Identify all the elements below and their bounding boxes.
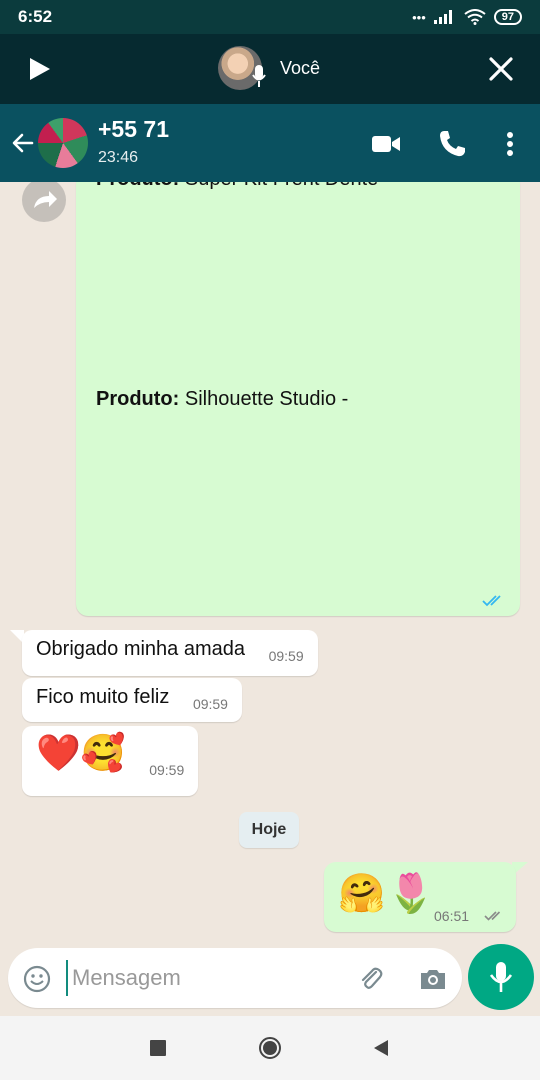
emoji-icon[interactable] [22, 964, 52, 994]
product-label: Produto: [96, 182, 179, 190]
status-icons: ••• 97 [412, 9, 522, 25]
voice-record-button[interactable] [468, 944, 534, 1010]
message-text: Obrigado minha amada [36, 638, 246, 660]
message-time: 06:51 [434, 908, 470, 924]
close-icon[interactable] [488, 56, 514, 82]
camera-icon[interactable] [418, 964, 448, 994]
message-time: 09:59 [149, 762, 185, 778]
recents-icon[interactable] [146, 1036, 170, 1060]
product-label: Produto: [96, 388, 180, 410]
contact-last-seen: 23:46 [98, 149, 139, 166]
avatar [218, 46, 266, 90]
message-emoji: 🤗🌷 [338, 873, 437, 915]
product-name: Silhouette Studio - [184, 388, 349, 410]
back-arrow-icon[interactable] [10, 130, 36, 156]
voice-note-speaker: Você [280, 57, 321, 78]
delivered-receipt-icon [484, 911, 501, 921]
play-icon[interactable] [26, 56, 52, 82]
message-time: 09:59 [192, 696, 228, 712]
home-icon[interactable] [258, 1036, 282, 1060]
voice-note-sender: Você [218, 46, 320, 90]
message-input-container [8, 948, 462, 1008]
date-divider: Hoje [239, 812, 299, 848]
chat-area[interactable]: Produto: Super Kit Frent Dente Produto: … [0, 182, 540, 944]
phone-call-icon[interactable] [436, 128, 468, 160]
forward-button[interactable] [22, 182, 66, 222]
message-emoji: ❤️🥰 [36, 732, 126, 773]
more-options-icon[interactable] [494, 128, 526, 160]
battery-indicator: 97 [493, 9, 522, 25]
contact-avatar[interactable] [38, 118, 88, 168]
read-receipt-icon [482, 595, 501, 607]
attach-icon[interactable] [356, 964, 386, 994]
contact-name: +55 71 [98, 116, 169, 142]
forward-icon [34, 191, 57, 208]
mic-icon [252, 65, 266, 87]
contact-info[interactable]: +55 71 23:46 [98, 116, 169, 167]
product-line-cut: Produto: Super Kit Frent Dente [96, 182, 378, 191]
incoming-message[interactable]: ❤️🥰 09:59 [22, 726, 199, 796]
incoming-message[interactable]: Fico muito feliz 09:59 [22, 678, 242, 722]
status-time: 6:52 [18, 7, 53, 26]
status-bar: 6:52 ••• 97 [0, 0, 540, 34]
signal-icon [433, 10, 452, 24]
outgoing-product-message[interactable]: Produto: Super Kit Frent Dente Produto: … [76, 182, 520, 616]
video-call-icon[interactable] [370, 128, 402, 160]
voice-note-bar: Você [0, 34, 540, 104]
wifi-icon [464, 9, 486, 25]
message-composer [0, 944, 540, 1016]
dots-icon: ••• [412, 9, 426, 25]
outgoing-message[interactable]: 🤗🌷 06:51 [324, 862, 516, 932]
product-line: Produto: Silhouette Studio - [96, 388, 348, 411]
message-input[interactable] [66, 960, 346, 996]
message-text: Fico muito feliz [36, 686, 170, 708]
nav-back-icon[interactable] [370, 1036, 394, 1060]
system-nav-bar [0, 1016, 540, 1080]
message-time: 09:59 [268, 648, 304, 664]
mic-icon [489, 962, 513, 992]
product-name: Super Kit Frent Dente [185, 182, 378, 190]
incoming-message[interactable]: Obrigado minha amada 09:59 [22, 630, 318, 676]
chat-header: +55 71 23:46 [0, 104, 540, 182]
